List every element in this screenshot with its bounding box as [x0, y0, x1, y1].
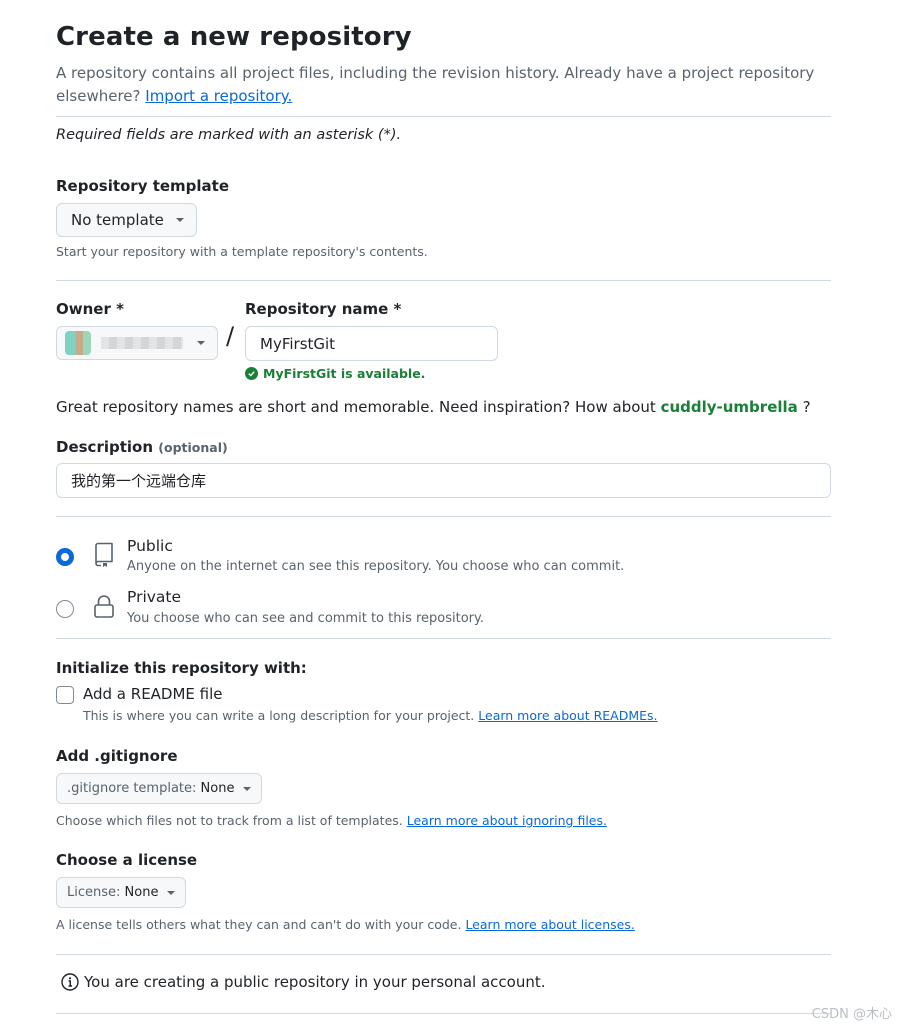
repo-icon	[95, 542, 113, 567]
caret-down-icon	[167, 890, 176, 895]
license-select[interactable]: License: None	[56, 877, 187, 908]
avatar	[65, 331, 91, 355]
caret-down-icon	[175, 218, 184, 222]
divider	[56, 1013, 831, 1014]
gitignore-select[interactable]: .gitignore template: None	[56, 773, 263, 804]
check-circle-icon	[245, 367, 258, 380]
add-readme-checkbox[interactable]	[56, 686, 74, 704]
page-title: Create a new repository	[56, 22, 412, 52]
repo-name-label: Repository name *	[245, 300, 402, 318]
template-label: Repository template	[56, 177, 230, 195]
import-repository-link[interactable]: Import a repository.	[145, 87, 292, 105]
visibility-public-desc: Anyone on the internet can see this repo…	[127, 559, 625, 574]
owner-name-redacted	[101, 337, 183, 349]
divider	[56, 280, 831, 281]
visibility-private-desc: You choose who can see and commit to thi…	[127, 611, 484, 626]
divider	[56, 954, 831, 955]
caret-down-icon	[243, 786, 252, 791]
name-inspiration: Great repository names are short and mem…	[56, 398, 811, 416]
template-select[interactable]: No template	[56, 203, 197, 237]
owner-select[interactable]	[56, 326, 218, 360]
visibility-private-title: Private	[127, 588, 182, 606]
divider	[56, 116, 831, 117]
repo-name-input[interactable]: MyFirstGit	[245, 326, 498, 361]
divider	[56, 638, 831, 639]
readme-help: This is where you can write a long descr…	[83, 708, 658, 723]
visibility-private-radio[interactable]	[56, 600, 74, 618]
watermark: CSDN @木心	[811, 1007, 892, 1022]
gitignore-learn-more-link[interactable]: Learn more about ignoring files.	[407, 813, 607, 828]
public-repo-info: You are creating a public repository in …	[60, 972, 545, 992]
lock-icon	[94, 595, 114, 618]
availability-status: MyFirstGit is available.	[245, 366, 425, 381]
init-label: Initialize this repository with:	[56, 659, 307, 677]
readme-learn-more-link[interactable]: Learn more about READMEs.	[478, 708, 657, 723]
required-fields-note: Required fields are marked with an aster…	[56, 127, 402, 143]
visibility-public-radio[interactable]	[56, 548, 74, 566]
add-readme-label[interactable]: Add a README file	[83, 685, 223, 703]
page-lead: A repository contains all project files,…	[56, 64, 815, 105]
template-help: Start your repository with a template re…	[56, 244, 428, 259]
owner-repo-separator: /	[226, 322, 235, 350]
suggested-name-link[interactable]: cuddly-umbrella	[661, 398, 798, 416]
divider	[56, 516, 831, 517]
owner-label: Owner *	[56, 300, 124, 318]
info-icon	[61, 973, 79, 991]
visibility-public-title: Public	[127, 537, 173, 555]
caret-down-icon	[197, 341, 205, 345]
license-label: Choose a license	[56, 851, 198, 869]
license-learn-more-link[interactable]: Learn more about licenses.	[465, 917, 634, 932]
description-label: Description (optional)	[56, 438, 228, 456]
description-input[interactable]: 我的第一个远端仓库	[56, 463, 831, 498]
gitignore-label: Add .gitignore	[56, 747, 178, 765]
license-help: A license tells others what they can and…	[56, 917, 635, 932]
gitignore-help: Choose which files not to track from a l…	[56, 813, 607, 828]
